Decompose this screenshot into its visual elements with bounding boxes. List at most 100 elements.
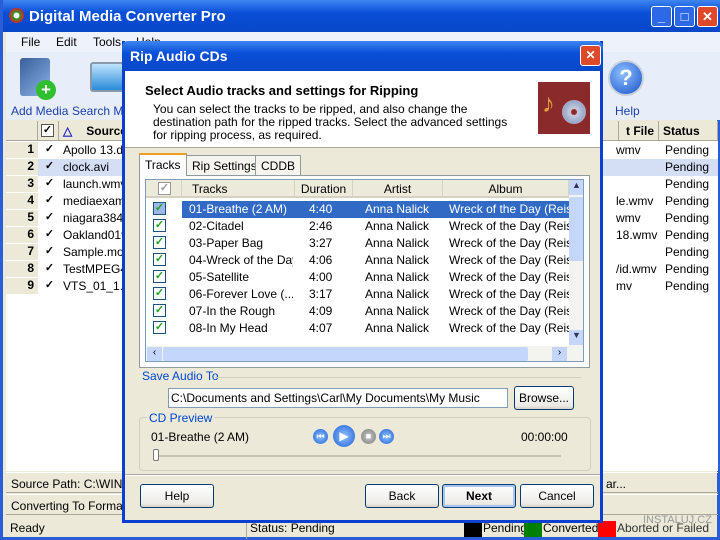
search-media-button[interactable]: Search Media	[70, 56, 128, 118]
track-album: Wreck of the Day (Reis	[449, 270, 569, 284]
track-title: 02-Citadel	[189, 219, 244, 233]
track-row[interactable]: ✓ 06-Forever Love (... 3:17 Anna Nalick …	[146, 286, 569, 303]
track-row[interactable]: ✓ 03-Paper Bag 3:27 Anna Nalick Wreck of…	[146, 235, 569, 252]
tab-cddb[interactable]: CDDB	[255, 155, 302, 176]
check-all-header[interactable]: ✓	[38, 121, 59, 141]
close-button[interactable]: ✕	[697, 6, 718, 27]
track-duration: 3:27	[309, 236, 333, 250]
target-file: 18.wmv	[616, 228, 658, 242]
vertical-scrollbar[interactable]: ▲ ▼	[569, 180, 583, 346]
duration-column-header[interactable]: Duration	[295, 180, 353, 198]
tracks-header-label: Tracks	[192, 182, 228, 196]
play-button[interactable]: ▶	[333, 425, 355, 447]
stop-button[interactable]: ■	[361, 429, 376, 444]
help-button[interactable]: ? Help	[606, 56, 646, 118]
track-title: 06-Forever Love (...	[189, 287, 293, 301]
title-bar: Digital Media Converter Pro	[3, 0, 720, 32]
row-number: 4	[6, 193, 38, 210]
cancel-button[interactable]: Cancel	[520, 484, 594, 508]
add-media-button[interactable]: + Add Media	[8, 56, 68, 118]
row-status: Pending	[665, 211, 710, 225]
rip-audio-dialog: Rip Audio CDs ✕ Select Audio tracks and …	[122, 41, 603, 523]
row-checkbox[interactable]: ✓	[43, 263, 56, 276]
next-button[interactable]: Next	[442, 484, 516, 508]
target-file-header[interactable]: t File	[619, 121, 659, 141]
app-logo-icon	[9, 8, 24, 23]
artist-column-header[interactable]: Artist	[353, 180, 443, 198]
converted-swatch	[524, 521, 542, 537]
target-file: wmv	[616, 143, 641, 157]
track-checkbox[interactable]: ✓	[153, 287, 166, 300]
minimize-button[interactable]: _	[651, 6, 672, 27]
row-status: Pending	[665, 143, 710, 157]
button-divider	[125, 475, 600, 476]
track-checkbox[interactable]: ✓	[153, 270, 166, 283]
tab-tracks[interactable]: Tracks	[139, 153, 187, 176]
scroll-right-button[interactable]: ›	[552, 347, 567, 361]
row-checkbox[interactable]: ✓	[43, 195, 56, 208]
track-row[interactable]: ✓ 05-Satellite 4:00 Anna Nalick Wreck of…	[146, 269, 569, 286]
pending-swatch	[464, 521, 482, 537]
tracks-column-header[interactable]: Tracks	[182, 180, 295, 198]
maximize-button[interactable]: □	[674, 6, 695, 27]
cd-preview-group	[139, 417, 591, 471]
track-checkbox[interactable]: ✓	[153, 202, 166, 215]
preview-track-name: 01-Breathe (2 AM)	[151, 430, 250, 444]
horizontal-scroll-thumb[interactable]	[163, 347, 528, 361]
dialog-help-button[interactable]: Help	[140, 484, 214, 508]
back-button[interactable]: Back	[365, 484, 439, 508]
track-row[interactable]: ✓ 01-Breathe (2 AM) 4:40 Anna Nalick Wre…	[146, 201, 569, 218]
track-duration: 3:17	[309, 287, 333, 301]
previous-track-button[interactable]: ⏮	[313, 429, 328, 444]
track-checkbox[interactable]: ✓	[153, 304, 166, 317]
row-checkbox[interactable]: ✓	[43, 246, 56, 259]
tracks-panel: ✓ Tracks Duration Artist Album ✓ 01-Brea…	[139, 175, 590, 368]
vertical-scroll-thumb[interactable]	[569, 197, 583, 261]
track-duration: 4:00	[309, 270, 333, 284]
row-checkbox[interactable]: ✓	[43, 212, 56, 225]
track-artist: Anna Nalick	[365, 219, 430, 233]
tab-rip-settings-label: Rip Settings	[192, 159, 257, 173]
track-row[interactable]: ✓ 07-In the Rough 4:09 Anna Nalick Wreck…	[146, 303, 569, 320]
row-status: Pending	[665, 228, 710, 242]
album-column-header[interactable]: Album	[443, 180, 569, 198]
preview-seek-thumb[interactable]	[153, 449, 159, 461]
next-track-button[interactable]: ⏭	[379, 429, 394, 444]
menu-edit[interactable]: Edit	[56, 35, 77, 49]
row-checkbox[interactable]: ✓	[43, 280, 56, 293]
track-row[interactable]: ✓ 08-In My Head 4:07 Anna Nalick Wreck o…	[146, 320, 569, 337]
help-icon: ?	[608, 60, 644, 96]
track-album: Wreck of the Day (Reis	[449, 202, 569, 216]
scroll-up-button[interactable]: ▲	[569, 180, 583, 195]
row-checkbox[interactable]: ✓	[43, 178, 56, 191]
scroll-down-button[interactable]: ▼	[569, 330, 583, 345]
track-row[interactable]: ✓ 02-Citadel 2:46 Anna Nalick Wreck of t…	[146, 218, 569, 235]
track-checkbox[interactable]: ✓	[153, 321, 166, 334]
search-monitor-icon	[90, 62, 124, 92]
check-all-tracks[interactable]: ✓	[146, 180, 182, 198]
track-album: Wreck of the Day (Reis	[449, 304, 569, 318]
track-checkbox[interactable]: ✓	[153, 236, 166, 249]
browse-button[interactable]: Browse...	[514, 386, 574, 410]
row-number: 7	[6, 244, 38, 261]
track-checkbox[interactable]: ✓	[153, 253, 166, 266]
sort-asc-icon: △	[63, 124, 73, 138]
track-title: 01-Breathe (2 AM)	[189, 202, 288, 216]
row-checkbox[interactable]: ✓	[43, 229, 56, 242]
horizontal-scrollbar[interactable]: ‹ ›	[146, 346, 583, 361]
tab-rip-settings[interactable]: Rip Settings	[186, 155, 263, 176]
scroll-left-button[interactable]: ‹	[147, 347, 162, 361]
preview-seek-track[interactable]	[155, 455, 561, 457]
row-status: Pending	[665, 194, 710, 208]
row-number: 3	[6, 176, 38, 193]
source-header-label: Source	[86, 124, 127, 138]
row-checkbox[interactable]: ✓	[43, 144, 56, 157]
menu-tools[interactable]: Tools	[93, 35, 121, 49]
row-checkbox[interactable]: ✓	[43, 161, 56, 174]
save-path-input[interactable]	[168, 388, 508, 408]
track-row[interactable]: ✓ 04-Wreck of the Day 4:06 Anna Nalick W…	[146, 252, 569, 269]
status-header[interactable]: Status	[659, 121, 718, 141]
track-checkbox[interactable]: ✓	[153, 219, 166, 232]
dialog-close-button[interactable]: ✕	[580, 45, 601, 66]
menu-file[interactable]: File	[21, 35, 40, 49]
